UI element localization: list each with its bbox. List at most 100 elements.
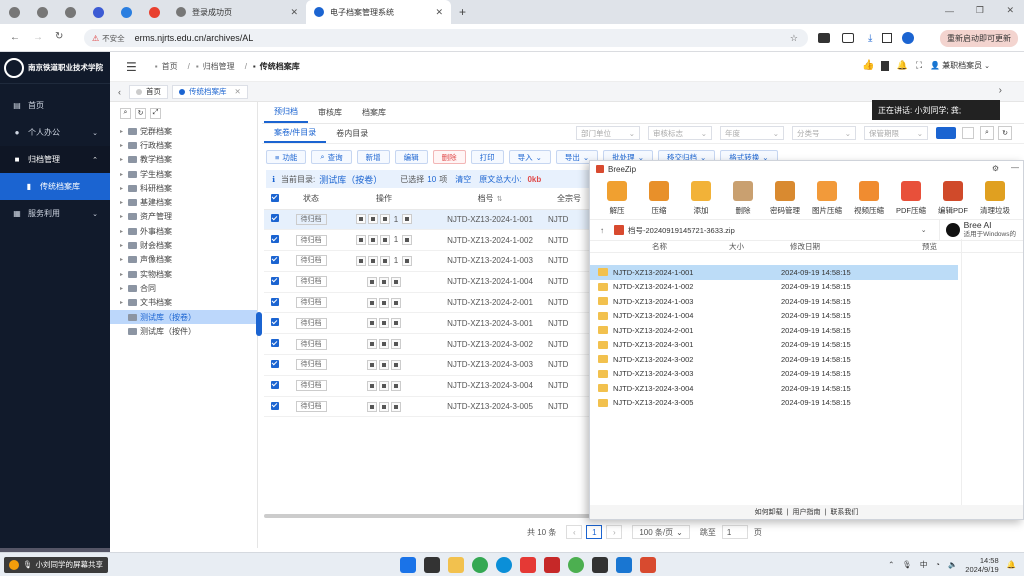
filter-department[interactable]: 部门单位 ⌄ xyxy=(576,126,640,140)
columns-toggle-icon[interactable] xyxy=(962,127,974,139)
caret-right-icon[interactable]: ▸ xyxy=(120,285,128,292)
col-archive-code[interactable]: 档号 ⇅ xyxy=(432,189,548,210)
page-current[interactable]: 1 xyxy=(586,525,603,539)
table-row[interactable]: 待归档 NJTD-XZ13-2024-3-003 NJTD xyxy=(264,354,590,376)
file-row[interactable]: NJTD-XZ13-2024-3-005 2024-09-19 14:58:15 xyxy=(590,396,958,411)
tree-leaf-item[interactable]: 测试库（按件） xyxy=(110,324,257,338)
list-icon[interactable] xyxy=(391,359,401,370)
next-page-button[interactable]: › xyxy=(606,525,623,539)
view-icon[interactable] xyxy=(367,401,377,412)
sidebar-item-office[interactable]: ● 个人办公 ⌄ xyxy=(0,119,110,146)
edit-button[interactable]: 编辑 xyxy=(394,150,428,164)
import-button[interactable]: 导入 ⌄ xyxy=(508,150,551,164)
list-icon[interactable] xyxy=(391,401,401,412)
chevron-right-icon[interactable]: › xyxy=(999,85,1002,96)
tab-review[interactable]: 审核库 xyxy=(308,103,352,123)
breezip-tool-compress[interactable]: 压缩 xyxy=(638,181,680,216)
tab-archive[interactable]: 档案库 xyxy=(352,103,396,123)
sort-icon[interactable]: ⇅ xyxy=(497,196,503,203)
forward-icon[interactable]: → xyxy=(33,32,43,43)
file-row[interactable]: NJTD-XZ13-2024-3-003 2024-09-19 14:58:15 xyxy=(590,367,958,382)
breezip-tool-extract[interactable]: 解压 xyxy=(596,181,638,216)
view-icon[interactable] xyxy=(355,255,366,266)
table-row[interactable]: 待归档 NJTD-XZ13-2024-2-001 NJTD xyxy=(264,292,590,314)
cloud-upload-icon[interactable] xyxy=(379,297,389,308)
edge-icon[interactable] xyxy=(496,556,513,573)
cloud-upload-icon[interactable] xyxy=(367,214,378,225)
row-checkbox[interactable] xyxy=(264,209,286,231)
row-checkbox[interactable] xyxy=(264,229,286,252)
caret-right-icon[interactable]: ▸ xyxy=(120,185,128,192)
view-icon[interactable] xyxy=(355,235,366,246)
profile-icon[interactable] xyxy=(902,32,915,44)
tree-item[interactable]: ▸ 党群档案 xyxy=(110,124,257,138)
sidebar-item-archive-mgmt[interactable]: ■ 归档管理 ⌃ xyxy=(0,146,110,173)
view-icon[interactable] xyxy=(367,380,377,391)
tree-item[interactable]: ▸ 合同 xyxy=(110,281,257,295)
expand-icon[interactable]: ⤢ xyxy=(150,107,161,119)
page-tab-home[interactable]: 首页 xyxy=(129,84,168,99)
cloud-upload-icon[interactable] xyxy=(379,318,389,329)
view-icon[interactable] xyxy=(367,359,377,370)
chevron-down-icon[interactable]: ⌄ xyxy=(921,226,927,234)
row-checkbox[interactable] xyxy=(264,250,286,272)
attachment-icon[interactable] xyxy=(379,235,390,246)
page-tab-traditional[interactable]: 传统档案库 ✕ xyxy=(172,84,248,99)
extension-icon[interactable] xyxy=(818,33,830,43)
attachment-icon[interactable] xyxy=(379,255,390,266)
add-button[interactable]: 新增 xyxy=(356,150,390,164)
breadcrumb-home[interactable]: 首页 xyxy=(162,61,178,72)
uninstall-link[interactable]: 如何卸载 xyxy=(755,507,783,517)
table-row[interactable]: 待归档 NJTD-XZ13-2024-3-001 NJTD xyxy=(264,312,590,335)
cloud-upload-icon[interactable] xyxy=(379,380,389,391)
filter-year[interactable]: 年度 ⌄ xyxy=(720,126,784,140)
fullscreen-icon[interactable]: ⛶ xyxy=(916,60,922,71)
file-row[interactable]: NJTD-XZ13-2024-1-004 2024-09-19 14:58:15 xyxy=(590,309,958,324)
row-checkbox[interactable] xyxy=(264,354,286,376)
tree-item[interactable]: ▸ 教学档案 xyxy=(110,153,257,167)
select-all-checkbox[interactable] xyxy=(264,189,286,210)
reload-icon[interactable]: ↻ xyxy=(55,31,63,42)
app-icon[interactable] xyxy=(544,556,561,573)
tree-item[interactable]: ▸ 基建档案 xyxy=(110,195,257,209)
table-row[interactable]: 待归档 NJTD-XZ13-2024-3-005 NJTD xyxy=(264,396,590,418)
breezip-tool-password[interactable]: 密码管理 xyxy=(764,181,806,216)
breezip-tool-cleanup[interactable]: 清理垃圾 xyxy=(974,181,1016,216)
col-modified[interactable]: 修改日期 xyxy=(790,241,820,252)
menu-toggle-icon[interactable]: ☰ xyxy=(126,60,137,74)
caret-right-icon[interactable]: ▸ xyxy=(120,142,128,149)
back-icon[interactable]: ← xyxy=(10,32,20,43)
list-icon[interactable] xyxy=(391,297,401,308)
tree-item[interactable]: ▸ 实物档案 xyxy=(110,267,257,281)
file-row[interactable]: NJTD-XZ13-2024-2-001 2024-09-19 14:58:15 xyxy=(590,323,958,338)
delete-button[interactable]: 删除 xyxy=(432,150,466,164)
up-arrow-icon[interactable]: ↑ xyxy=(600,226,604,235)
caret-right-icon[interactable]: ▸ xyxy=(120,256,128,263)
tab-pre-archive[interactable]: 预归档 xyxy=(264,103,308,123)
pinned-tab[interactable] xyxy=(84,0,112,24)
caret-right-icon[interactable]: ▸ xyxy=(120,171,128,178)
row-checkbox[interactable] xyxy=(264,396,286,418)
function-button[interactable]: ≡ 功能 xyxy=(266,150,307,164)
pinned-tab[interactable] xyxy=(140,0,168,24)
file-row[interactable]: NJTD-XZ13-2024-1-002 2024-09-19 14:58:15 xyxy=(590,280,958,295)
pinned-tab[interactable] xyxy=(112,0,140,24)
file-row[interactable]: NJTD-XZ13-2024-1-001 2024-09-19 14:58:15 xyxy=(590,265,958,280)
row-checkbox[interactable] xyxy=(264,312,286,335)
screen-share-indicator[interactable]: 🎙 小刘同学的屏幕共享 xyxy=(4,556,109,573)
tab-inner-catalog[interactable]: 卷内目录 xyxy=(326,125,378,143)
clear-selection-link[interactable]: 清空 xyxy=(455,174,471,185)
url-text[interactable]: erms.njrts.edu.cn/archives/AL xyxy=(135,33,254,43)
view-icon[interactable] xyxy=(367,318,377,329)
caret-right-icon[interactable]: ▸ xyxy=(120,228,128,235)
sidebar-item-home[interactable]: ▤ 首页 xyxy=(0,92,110,119)
mic-icon[interactable]: 🎙 xyxy=(902,560,912,569)
tree-item[interactable]: ▸ 学生档案 xyxy=(110,167,257,181)
breezip-app-icon[interactable] xyxy=(640,556,657,573)
table-row[interactable]: 待归档 1 NJTD-XZ13-2024-1-001 NJTD xyxy=(264,209,590,231)
tree-item[interactable]: ▸ 资产管理 xyxy=(110,210,257,224)
caret-right-icon[interactable]: ▸ xyxy=(120,213,128,220)
tree-leaf-item[interactable]: 测试库（按卷） xyxy=(110,309,257,325)
cloud-upload-icon[interactable] xyxy=(367,255,378,266)
list-icon[interactable] xyxy=(391,380,401,391)
